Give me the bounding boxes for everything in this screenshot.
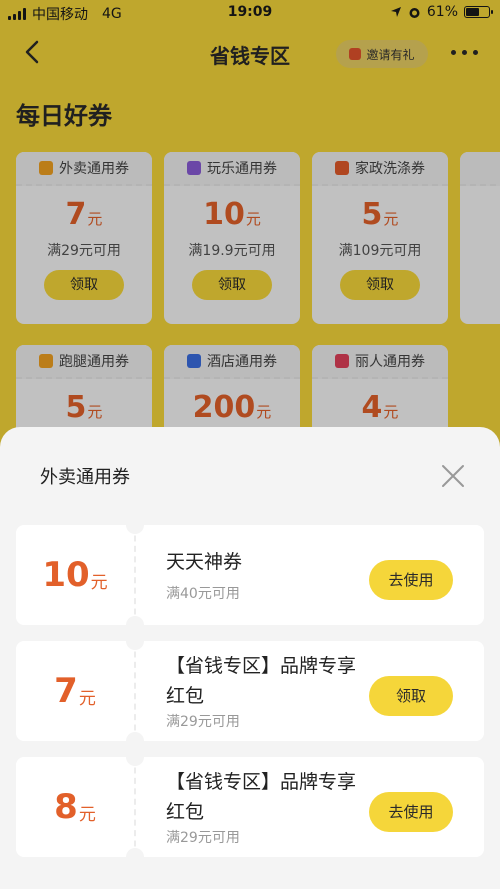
sheet-coupon-card: 7元 【省钱专区】品牌专享红包 满29元可用 领取: [16, 632, 484, 750]
close-icon[interactable]: [440, 463, 466, 489]
sheet-coupon-condition: 满29元可用: [166, 714, 240, 730]
sheet-coupon-card: 10 元 天天神券 满40元可用 去使用: [16, 516, 484, 634]
coupon-sheet: 外卖通用券 10 元 天天神券 满40元可用 去使用 7元 【省钱专区】品牌专享红…: [0, 427, 500, 889]
use-button[interactable]: 去使用: [369, 560, 453, 600]
sheet-coupon-name: 【省钱专区】品牌专享红包: [166, 655, 357, 707]
sheet-coupon-condition: 满40元可用: [166, 586, 240, 602]
use-button[interactable]: 去使用: [369, 792, 453, 832]
sheet-coupon-condition: 满29元可用: [166, 830, 240, 846]
sheet-coupon-amount: 8元: [54, 787, 96, 827]
sheet-coupon-name: 【省钱专区】品牌专享红包: [166, 771, 357, 823]
sheet-coupon-card: 8元 【省钱专区】品牌专享红包 满29元可用 去使用: [16, 748, 484, 866]
sheet-title: 外卖通用券: [40, 467, 130, 488]
sheet-coupon-name: 天天神券: [166, 551, 243, 573]
sheet-coupon-amount: 7元: [54, 671, 96, 711]
sheet-coupon-amount: 10 元: [42, 555, 108, 595]
claim-button[interactable]: 领取: [369, 676, 453, 716]
